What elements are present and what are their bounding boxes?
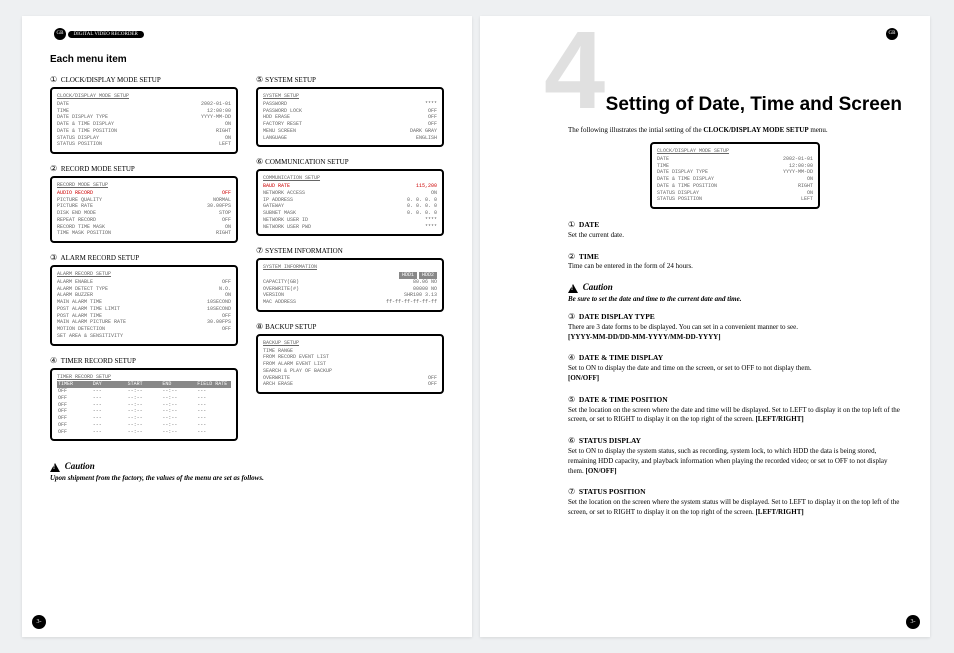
lang-badge: GB [54, 28, 66, 40]
monitor-timer: TIMER RECORD SETUP TIMER DAY START END F… [50, 368, 238, 442]
header-left: GB DIGITAL VIDEO RECORDER [54, 28, 144, 40]
desc-time: ② TIME Time can be entered in the form o… [568, 251, 902, 273]
intro-text: The following illustrates the intial set… [568, 126, 902, 134]
right-content: The following illustrates the intial set… [508, 126, 902, 518]
col-1: ① CLOCK/DISPLAY MODE SETUP CLOCK/DISPLAY… [50, 75, 238, 451]
item-sysinfo: ⑦SYSTEM INFORMATION SYSTEM INFORMATION H… [256, 246, 444, 312]
page-right: GB 4 Setting of Date, Time and Screen Th… [480, 16, 930, 637]
item-record: ② RECORD MODE SETUP RECORD MODE SETUP AU… [50, 164, 238, 243]
desc-date-display-type: ③ DATE DISPLAY TYPE There are 3 date for… [568, 311, 902, 342]
monitor-alarm: ALARM RECORD SETUP ALARM ENABLEOFF ALARM… [50, 265, 238, 346]
item-clock: ① CLOCK/DISPLAY MODE SETUP CLOCK/DISPLAY… [50, 75, 238, 154]
item-backup: ⑧BACKUP SETUP BACKUP SETUP TIME RANGE FR… [256, 322, 444, 394]
monitor-system: SYSTEM SETUP PASSWORD**** PASSWORD LOCKO… [256, 87, 444, 147]
monitor-backup: BACKUP SETUP TIME RANGE FROM RECORD EVEN… [256, 334, 444, 394]
chapter-title: Setting of Date, Time and Screen [508, 94, 902, 116]
caution-left: Caution Upon shipment from the factory, … [50, 461, 444, 482]
caution-right: Caution Be sure to set the date and time… [568, 282, 902, 303]
col-2: ⑤SYSTEM SETUP SYSTEM SETUP PASSWORD**** … [256, 75, 444, 451]
warning-icon [50, 463, 60, 472]
monitor-record: RECORD MODE SETUP AUDIO RECORDOFF PICTUR… [50, 176, 238, 243]
monitor-sysinfo: SYSTEM INFORMATION HDD1HDD2 CAPACITY(GB)… [256, 258, 444, 312]
desc-status-position: ⑦ STATUS POSITION Set the location on th… [568, 486, 902, 517]
description-list: ① DATE Set the current date. ② TIME Time… [568, 219, 902, 518]
product-pill: DIGITAL VIDEO RECORDER [68, 31, 144, 38]
left-content: Each menu item ① CLOCK/DISPLAY MODE SETU… [50, 54, 444, 482]
item-timer: ④ TIMER RECORD SETUP TIMER RECORD SETUP … [50, 356, 238, 442]
header-right: GB [886, 28, 898, 40]
desc-status-display: ⑥ STATUS DISPLAY Set to ON to display th… [568, 435, 902, 476]
desc-date: ① DATE Set the current date. [568, 219, 902, 241]
item-title: CLOCK/DISPLAY MODE SETUP [61, 76, 161, 84]
pagenum-right: 3-14 [906, 615, 920, 629]
menu-columns: ① CLOCK/DISPLAY MODE SETUP CLOCK/DISPLAY… [50, 75, 444, 451]
monitor-clock: CLOCK/DISPLAY MODE SETUP DATE2002-01-01 … [50, 87, 238, 154]
monitor-comm: COMMUNICATION SETUP BAUD RATE115,200 NET… [256, 169, 444, 236]
desc-datetime-position: ⑤ DATE & TIME POSITION Set the location … [568, 394, 902, 425]
item-comm: ⑥COMMUNICATION SETUP COMMUNICATION SETUP… [256, 157, 444, 236]
page-left: GB DIGITAL VIDEO RECORDER Each menu item… [22, 16, 472, 637]
desc-datetime-display: ④ DATE & TIME DISPLAY Set to ON to displ… [568, 352, 902, 383]
item-system: ⑤SYSTEM SETUP SYSTEM SETUP PASSWORD**** … [256, 75, 444, 147]
pagenum-left: 3-13 [32, 615, 46, 629]
lang-badge: GB [886, 28, 898, 40]
monitor-clock-right: CLOCK/DISPLAY MODE SETUP DATE2002-01-01 … [650, 142, 820, 209]
each-menu-heading: Each menu item [50, 54, 444, 65]
item-alarm: ③ ALARM RECORD SETUP ALARM RECORD SETUP … [50, 253, 238, 346]
warning-icon [568, 284, 578, 293]
